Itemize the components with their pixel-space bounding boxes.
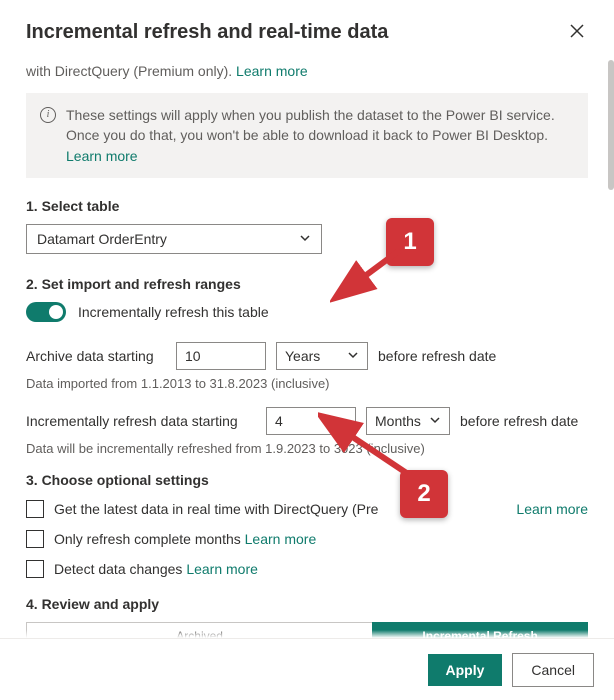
fade-overlay xyxy=(26,630,588,638)
close-button[interactable] xyxy=(566,20,588,45)
incremental-unit-value: Months xyxy=(375,413,421,429)
intro-text: with DirectQuery (Premium only). Learn m… xyxy=(26,63,588,79)
archive-row: Archive data starting 10 Years before re… xyxy=(26,342,588,370)
dialog-header: Incremental refresh and real-time data xyxy=(26,20,588,45)
option-detect-changes-learn-more[interactable]: Learn more xyxy=(186,561,258,577)
dialog-title: Incremental refresh and real-time data xyxy=(26,21,388,44)
info-text: These settings will apply when you publi… xyxy=(66,107,555,143)
option-directquery-checkbox[interactable] xyxy=(26,500,44,518)
apply-button[interactable]: Apply xyxy=(428,654,503,686)
archive-unit-value: Years xyxy=(285,348,320,364)
archive-unit-select[interactable]: Years xyxy=(276,342,368,370)
section-4-heading: 4. Review and apply xyxy=(26,596,588,612)
option-complete-months-row: Only refresh complete months Learn more xyxy=(26,530,588,548)
incremental-row: Incrementally refresh data starting 4 Mo… xyxy=(26,407,588,435)
intro-learn-more-link[interactable]: Learn more xyxy=(236,63,308,79)
table-select-value: Datamart OrderEntry xyxy=(37,231,167,247)
archive-hint: Data imported from 1.1.2013 to 31.8.2023… xyxy=(26,376,588,391)
incremental-after-text: before refresh date xyxy=(460,413,578,429)
toggle-label: Incrementally refresh this table xyxy=(78,304,269,320)
incremental-hint-pre: Data will be incrementally refreshed fro… xyxy=(26,441,341,456)
scrollbar[interactable] xyxy=(608,60,614,190)
section-1-heading: 1. Select table xyxy=(26,198,588,214)
chevron-down-icon xyxy=(429,413,441,429)
incremental-unit-select[interactable]: Months xyxy=(366,407,450,435)
toggle-knob xyxy=(49,305,63,319)
option-detect-changes-label: Detect data changes Learn more xyxy=(54,561,258,577)
option-detect-changes-row: Detect data changes Learn more xyxy=(26,560,588,578)
cancel-button[interactable]: Cancel xyxy=(512,653,594,687)
option-complete-months-checkbox[interactable] xyxy=(26,530,44,548)
incremental-toggle[interactable] xyxy=(26,302,66,322)
section-2-heading: 2. Set import and refresh ranges xyxy=(26,276,588,292)
archive-value: 10 xyxy=(185,348,201,364)
option-detect-changes-checkbox[interactable] xyxy=(26,560,44,578)
toggle-row: Incrementally refresh this table xyxy=(26,302,588,322)
option-directquery-learn-more[interactable]: Learn more xyxy=(516,501,588,517)
chevron-down-icon xyxy=(299,231,311,247)
option-directquery-row: Get the latest data in real time with Di… xyxy=(26,500,588,518)
table-select[interactable]: Datamart OrderEntry xyxy=(26,224,322,254)
option-directquery-label: Get the latest data in real time with Di… xyxy=(54,501,378,517)
info-banner: i These settings will apply when you pub… xyxy=(26,93,588,178)
archive-value-input[interactable]: 10 xyxy=(176,342,266,370)
annotation-callout-1: 1 xyxy=(386,218,434,266)
incremental-hint: Data will be incrementally refreshed fro… xyxy=(26,441,588,456)
intro-prefix: with DirectQuery (Premium only). xyxy=(26,63,236,79)
incremental-hint-post: 023 (inclusive) xyxy=(341,441,425,456)
archive-after-text: before refresh date xyxy=(378,348,496,364)
incremental-value-input[interactable]: 4 xyxy=(266,407,356,435)
dialog-body: Incremental refresh and real-time data w… xyxy=(0,0,614,638)
section-3-heading: 3. Choose optional settings xyxy=(26,472,588,488)
dialog-footer: Apply Cancel xyxy=(0,638,614,700)
info-learn-more-link[interactable]: Learn more xyxy=(66,148,138,164)
incremental-value: 4 xyxy=(275,413,283,429)
incremental-label: Incrementally refresh data starting xyxy=(26,413,256,429)
close-icon xyxy=(570,25,584,41)
annotation-callout-2: 2 xyxy=(400,470,448,518)
archive-label: Archive data starting xyxy=(26,348,166,364)
info-icon: i xyxy=(40,107,56,123)
chevron-down-icon xyxy=(347,348,359,364)
option-complete-months-label: Only refresh complete months Learn more xyxy=(54,531,316,547)
option-complete-months-learn-more[interactable]: Learn more xyxy=(245,531,317,547)
